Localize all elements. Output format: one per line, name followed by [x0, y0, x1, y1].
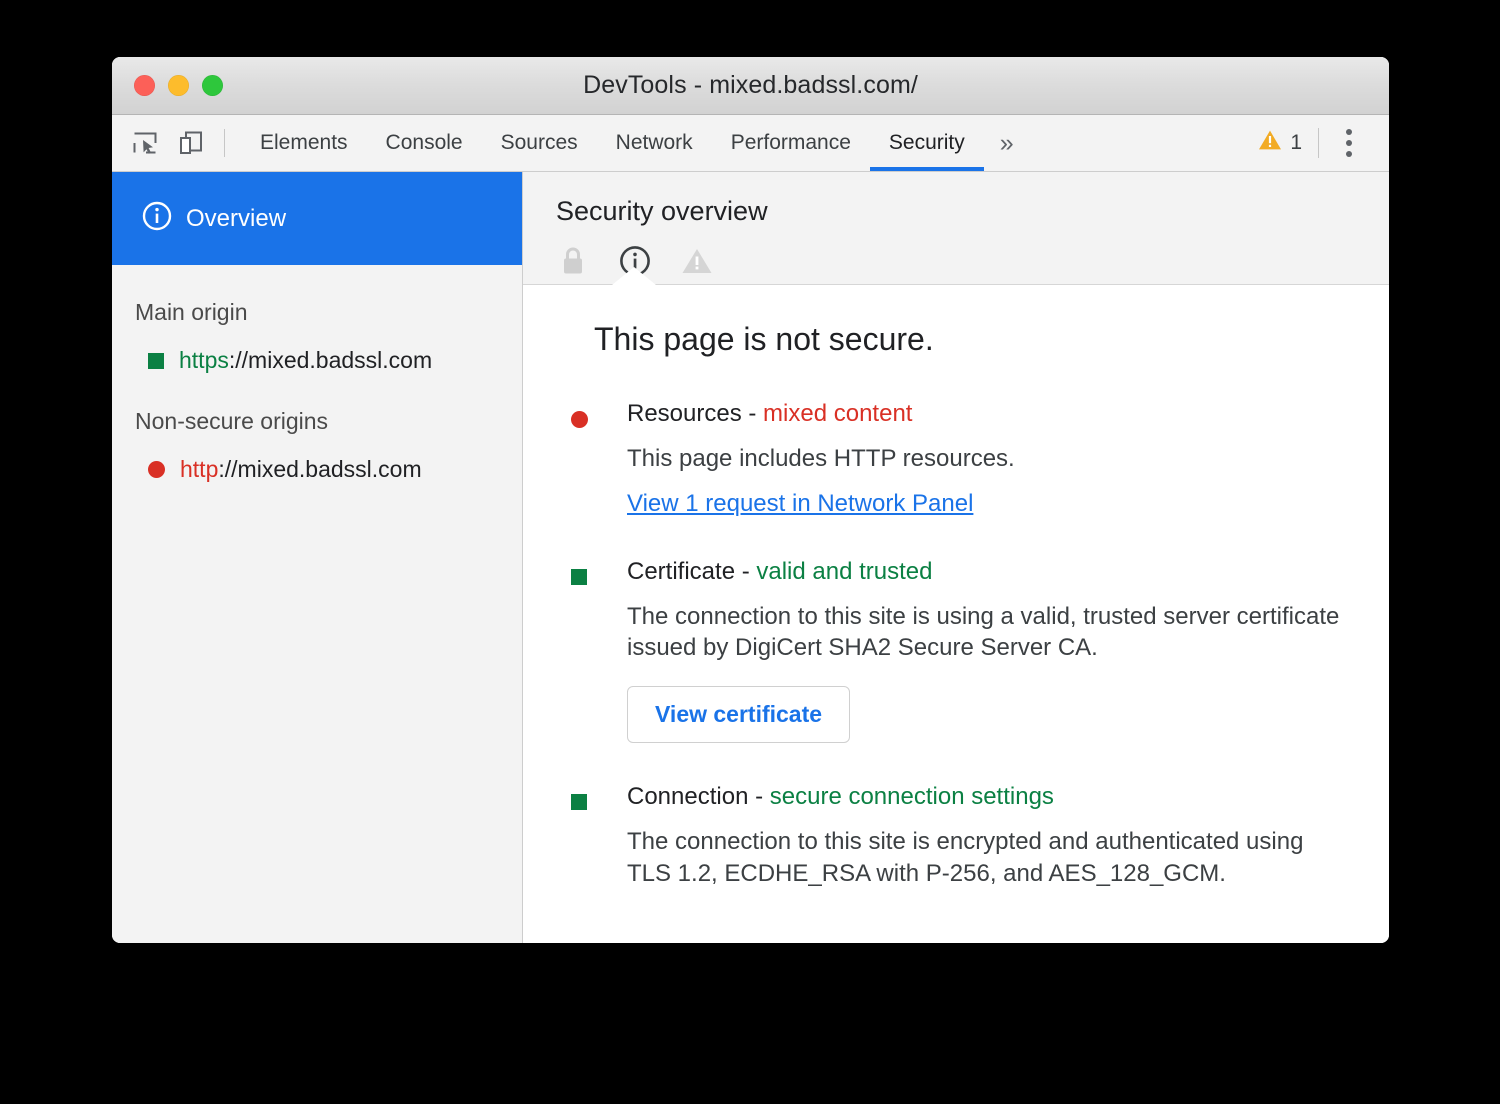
sidebar-group-non-secure-origins: Non-secure origins [112, 374, 522, 435]
more-tabs-icon[interactable]: » [984, 115, 1030, 171]
security-explanations: This page is not secure. Resources - mix… [523, 285, 1389, 943]
lock-icon[interactable] [556, 244, 590, 278]
sidebar-item-label: Overview [186, 205, 286, 233]
view-requests-link[interactable]: View 1 request in Network Panel [627, 490, 973, 518]
explanation-title-state: valid and trusted [756, 558, 932, 585]
kebab-menu-icon[interactable] [1329, 129, 1369, 157]
explanation-resources: Resources - mixed content This page incl… [571, 400, 1349, 518]
red-circle-icon [571, 411, 588, 428]
explanation-connection: Connection - secure connection settings … [571, 783, 1349, 889]
origin-url: http://mixed.badssl.com [180, 456, 422, 483]
explanation-marker [571, 400, 627, 518]
panel-tabs: Elements Console Sources Network Perform… [241, 115, 1030, 171]
explanation-body: Connection - secure connection settings … [627, 783, 1349, 889]
explanation-title: Certificate - valid and trusted [627, 558, 1349, 586]
explanation-marker [571, 558, 627, 743]
sidebar-group-main-origin: Main origin [112, 265, 522, 326]
tab-sources[interactable]: Sources [482, 115, 597, 171]
minimize-button[interactable] [168, 75, 189, 96]
explanation-marker [571, 783, 627, 889]
explanation-certificate: Certificate - valid and trusted The conn… [571, 558, 1349, 743]
green-square-icon [148, 353, 164, 369]
devtools-body: Overview Main origin https://mixed.badss… [112, 172, 1389, 943]
origin-host: ://mixed.badssl.com [229, 347, 432, 373]
close-button[interactable] [134, 75, 155, 96]
explanation-title-main: Resources - [627, 400, 763, 427]
devtools-toolbar: Elements Console Sources Network Perform… [112, 115, 1389, 172]
maximize-button[interactable] [202, 75, 223, 96]
devtools-window: DevTools - mixed.badssl.com/ [112, 57, 1389, 943]
origin-scheme: http [180, 456, 218, 482]
explanation-text: This page includes HTTP resources. [627, 443, 1349, 475]
tab-performance[interactable]: Performance [712, 115, 870, 171]
screen: DevTools - mixed.badssl.com/ [0, 0, 1500, 1104]
origin-host: ://mixed.badssl.com [218, 456, 421, 482]
explanation-body: Resources - mixed content This page incl… [627, 400, 1349, 518]
warning-triangle-icon [1258, 129, 1282, 157]
explanation-body: Certificate - valid and trusted The conn… [627, 558, 1349, 743]
warning-count: 1 [1290, 131, 1302, 155]
sidebar-origin-https[interactable]: https://mixed.badssl.com [112, 326, 522, 374]
security-main-panel: Security overview [523, 172, 1389, 943]
tab-elements[interactable]: Elements [241, 115, 367, 171]
explanation-title-state: mixed content [763, 400, 912, 427]
origin-scheme: https [179, 347, 229, 373]
info-circle-icon [142, 201, 172, 236]
security-panel-header: Security overview [523, 172, 1389, 285]
tab-security[interactable]: Security [870, 115, 984, 171]
window-traffic-lights [134, 75, 223, 96]
explanation-title-state: secure connection settings [770, 783, 1054, 810]
inspect-element-icon[interactable] [130, 128, 160, 158]
security-summary: This page is not secure. [594, 321, 1349, 358]
tab-network[interactable]: Network [597, 115, 712, 171]
sidebar-origin-http[interactable]: http://mixed.badssl.com [112, 435, 522, 483]
security-state-icons [556, 244, 1389, 278]
warning-badge[interactable]: 1 [1258, 129, 1318, 157]
device-toolbar-icon[interactable] [176, 128, 206, 158]
sidebar-item-overview[interactable]: Overview [112, 172, 522, 265]
window-titlebar: DevTools - mixed.badssl.com/ [112, 57, 1389, 115]
warning-triangle-icon[interactable] [680, 244, 714, 278]
active-state-pointer [612, 267, 656, 285]
explanation-title: Resources - mixed content [627, 400, 1349, 428]
explanation-text: The connection to this site is using a v… [627, 601, 1349, 664]
page-title: Security overview [556, 196, 1389, 227]
red-circle-icon [148, 461, 165, 478]
explanation-title-main: Connection - [627, 783, 770, 810]
toolbar-right-divider [1318, 128, 1319, 158]
toolbar-right-group: 1 [1258, 115, 1369, 171]
explanation-title-main: Certificate - [627, 558, 756, 585]
green-square-icon [571, 794, 587, 810]
tab-console[interactable]: Console [367, 115, 482, 171]
security-sidebar: Overview Main origin https://mixed.badss… [112, 172, 523, 943]
green-square-icon [571, 569, 587, 585]
toolbar-icon-group [130, 128, 206, 158]
toolbar-divider [224, 129, 225, 157]
origin-url: https://mixed.badssl.com [179, 347, 432, 374]
explanation-title: Connection - secure connection settings [627, 783, 1349, 811]
window-title: DevTools - mixed.badssl.com/ [112, 71, 1389, 100]
view-certificate-button[interactable]: View certificate [627, 686, 850, 743]
explanation-text: The connection to this site is encrypted… [627, 826, 1349, 889]
